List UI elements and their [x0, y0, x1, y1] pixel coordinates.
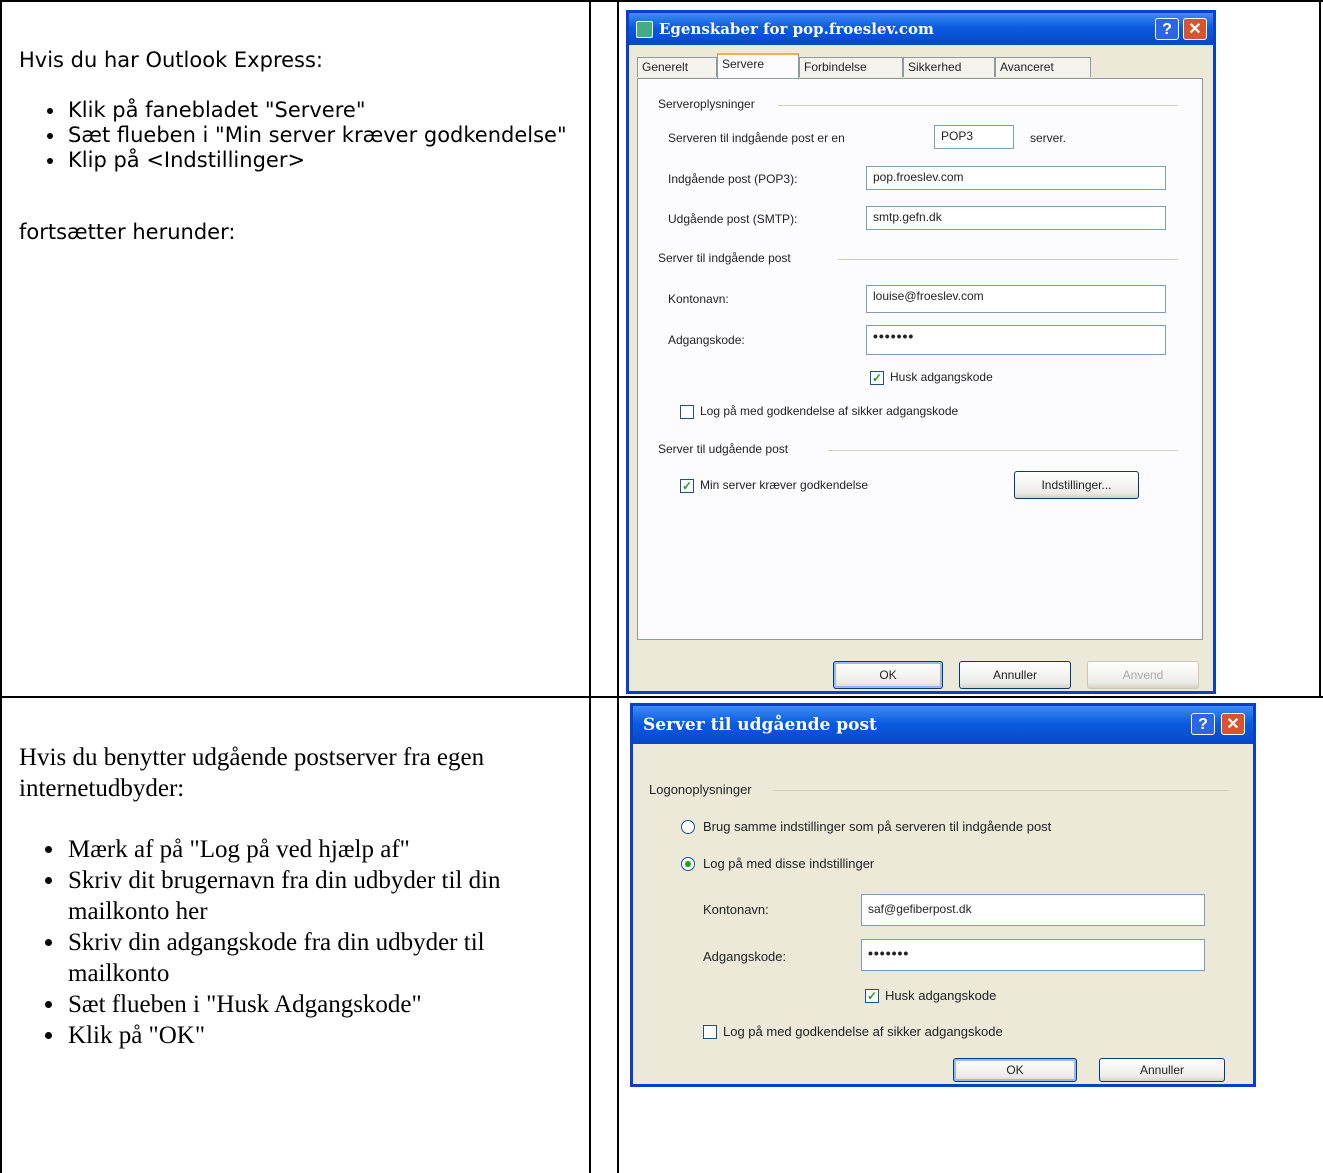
remember-password-label[interactable]: Husk adgangskode: [890, 370, 993, 384]
row2-bullet: Klik på "OK": [66, 1020, 589, 1051]
secure-password-auth-label[interactable]: Log på med godkendelse af sikker adgangs…: [723, 1024, 1003, 1039]
row2-bullet: Mærk af på "Log på ved hjælp af": [66, 834, 589, 865]
row1-instructions: Hvis du har Outlook Express: Klik på fan…: [19, 48, 579, 245]
group-line: [838, 259, 1178, 260]
properties-title: Egenskaber for pop.froeslev.com: [659, 20, 934, 38]
apply-button[interactable]: Anvend: [1087, 661, 1199, 689]
account-icon: [636, 21, 653, 38]
remember-password-checkbox[interactable]: ✓: [865, 989, 879, 1003]
group-line: [828, 450, 1178, 451]
group-incoming: Server til indgående post: [658, 251, 791, 265]
row2-bullet-list: Mærk af på "Log på ved hjælp af" Skriv d…: [19, 834, 589, 1051]
tab-sikkerhed[interactable]: Sikkerhed: [903, 57, 995, 77]
row2-instructions: Hvis du benytter udgående postserver fra…: [19, 742, 589, 1051]
help-button[interactable]: ?: [1155, 18, 1179, 40]
radio-logon-settings[interactable]: [681, 857, 695, 871]
password-input[interactable]: •••••••: [861, 939, 1205, 971]
tab-forbindelse[interactable]: Forbindelse: [799, 57, 903, 77]
incoming-type-suffix: server.: [1030, 131, 1067, 145]
row2-bullet: Sæt flueben i "Husk Adgangskode": [66, 989, 589, 1020]
close-button[interactable]: ✕: [1221, 713, 1245, 735]
secure-password-auth-checkbox[interactable]: [703, 1025, 717, 1039]
row2-intro: Hvis du benytter udgående postserver fra…: [19, 744, 485, 802]
remember-password-checkbox[interactable]: ✓: [870, 371, 884, 385]
ok-button[interactable]: OK: [833, 661, 943, 689]
account-name-label: Kontonavn:: [668, 292, 729, 306]
remember-password-label[interactable]: Husk adgangskode: [885, 988, 996, 1003]
outgoing-server-input[interactable]: smtp.gefn.dk: [866, 206, 1166, 230]
incoming-type-field: POP3: [934, 125, 1014, 149]
secure-password-auth-label[interactable]: Log på med godkendelse af sikker adgangs…: [700, 404, 958, 418]
outgoing-titlebar: Server til udgående post ? ✕: [633, 706, 1253, 744]
row1-outro: fortsætter herunder:: [19, 220, 236, 244]
group-outgoing: Server til udgående post: [658, 442, 789, 456]
server-requires-auth-checkbox[interactable]: ✓: [680, 479, 694, 493]
table-border-top: [0, 0, 1323, 2]
tab-servere[interactable]: Servere: [717, 53, 799, 79]
password-label: Adgangskode:: [668, 333, 745, 347]
radio-same-settings-label[interactable]: Brug samme indstillinger som på serveren…: [703, 819, 1051, 834]
ok-button[interactable]: OK: [953, 1058, 1077, 1082]
outgoing-server-dialog: Server til udgående post ? ✕ Logonoplysn…: [630, 703, 1256, 1087]
incoming-type-label: Serveren til indgående post er en: [668, 131, 845, 145]
incoming-server-input[interactable]: pop.froeslev.com: [866, 166, 1166, 190]
table-border-right: [1319, 0, 1321, 697]
radio-logon-settings-label[interactable]: Log på med disse indstillinger: [703, 856, 874, 871]
tab-generelt[interactable]: Generelt: [637, 57, 717, 77]
group-line: [778, 105, 1178, 106]
password-label: Adgangskode:: [703, 949, 787, 964]
row2-bullet: Skriv din adgangskode fra din udbyder ti…: [66, 927, 589, 989]
cancel-button[interactable]: Annuller: [1099, 1058, 1225, 1082]
settings-button[interactable]: Indstillinger...: [1014, 471, 1139, 499]
group-line: [773, 790, 1229, 791]
row1-bullet: Klip på <Indstillinger>: [66, 148, 579, 173]
row1-bullet-list: Klik på fanebladet "Servere" Sæt flueben…: [19, 98, 579, 173]
account-name-label: Kontonavn:: [703, 902, 769, 917]
group-server-info: Serveroplysninger: [658, 97, 755, 111]
group-logon: Logonoplysninger: [649, 782, 752, 797]
close-button[interactable]: ✕: [1183, 18, 1207, 40]
tab-avanceret[interactable]: Avanceret: [995, 57, 1091, 77]
properties-titlebar: Egenskaber for pop.froeslev.com ? ✕: [629, 13, 1213, 45]
outgoing-title: Server til udgående post: [643, 715, 877, 735]
row2-bullet: Skriv dit brugernavn fra din udbyder til…: [66, 865, 589, 927]
cancel-button[interactable]: Annuller: [959, 661, 1071, 689]
account-name-input[interactable]: louise@froeslev.com: [866, 285, 1166, 313]
server-requires-auth-label[interactable]: Min server kræver godkendelse: [700, 478, 868, 492]
account-name-input[interactable]: saf@gefiberpost.dk: [861, 894, 1205, 926]
row1-bullet: Sæt flueben i "Min server kræver godkend…: [66, 123, 579, 148]
table-border-middle: [0, 696, 1323, 698]
row1-bullet: Klik på fanebladet "Servere": [66, 98, 579, 123]
table-divider-1: [589, 0, 591, 1173]
row1-intro: Hvis du har Outlook Express:: [19, 48, 323, 72]
properties-dialog: Egenskaber for pop.froeslev.com ? ✕ Gene…: [626, 10, 1216, 694]
password-input[interactable]: •••••••: [866, 325, 1166, 355]
outgoing-server-label: Udgående post (SMTP):: [668, 212, 798, 226]
table-divider-2: [617, 0, 619, 1173]
table-border-left: [0, 0, 2, 1173]
secure-password-auth-checkbox[interactable]: [680, 405, 694, 419]
servers-panel: Serveroplysninger Serveren til indgående…: [637, 78, 1203, 640]
incoming-server-label: Indgående post (POP3):: [668, 172, 798, 186]
help-button[interactable]: ?: [1191, 713, 1215, 735]
radio-same-settings[interactable]: [681, 820, 695, 834]
